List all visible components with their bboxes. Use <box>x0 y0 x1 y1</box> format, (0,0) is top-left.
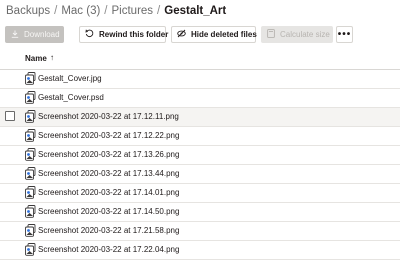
name-column-header[interactable]: Name <box>25 54 47 63</box>
table-row[interactable]: Gestalt_Cover.jpg <box>0 70 400 89</box>
calculator-icon <box>267 29 275 40</box>
file-name[interactable]: Screenshot 2020-03-22 at 17.14.50.png <box>38 206 179 218</box>
file-name[interactable]: Screenshot 2020-03-22 at 17.12.11.png <box>38 111 179 123</box>
hide-deleted-label: Hide deleted files <box>191 30 257 39</box>
table-row[interactable]: Screenshot 2020-03-22 at 17.12.11.png <box>0 108 400 127</box>
row-checkbox[interactable] <box>5 111 15 121</box>
file-name[interactable]: Gestalt_Cover.psd <box>38 92 104 104</box>
image-file-icon <box>25 129 37 142</box>
file-name[interactable]: Screenshot 2020-03-22 at 17.21.58.png <box>38 225 179 237</box>
download-icon <box>11 30 19 40</box>
image-file-icon <box>25 186 37 199</box>
rewind-label: Rewind this folder <box>99 30 169 39</box>
table-row[interactable]: Screenshot 2020-03-22 at 17.13.26.png <box>0 146 400 165</box>
breadcrumb-current-folder: Gestalt_Art <box>164 5 227 17</box>
calculate-size-button[interactable]: Calculate size <box>261 26 333 43</box>
image-file-icon <box>25 110 37 123</box>
breadcrumb-item-mac[interactable]: Mac (3) <box>61 5 100 17</box>
table-row[interactable]: Screenshot 2020-03-22 at 17.14.50.png <box>0 203 400 222</box>
toolbar: Download Rewind this folder Hide deleted… <box>0 26 400 44</box>
more-icon: ••• <box>337 29 352 40</box>
image-file-icon <box>25 243 37 256</box>
file-name[interactable]: Screenshot 2020-03-22 at 17.14.01.png <box>38 187 179 199</box>
breadcrumb: Backups / Mac (3) / Pictures / Gestalt_Art <box>6 3 226 19</box>
table-row[interactable]: Screenshot 2020-03-22 at 17.22.04.png <box>0 241 400 260</box>
hide-deleted-files-button[interactable]: Hide deleted files <box>171 26 257 43</box>
image-file-icon <box>25 167 37 180</box>
image-file-icon <box>25 72 37 85</box>
image-file-icon <box>25 148 37 161</box>
breadcrumb-separator: / <box>54 5 58 17</box>
download-label: Download <box>24 30 60 39</box>
breadcrumb-item-pictures[interactable]: Pictures <box>112 5 154 17</box>
file-name[interactable]: Screenshot 2020-03-22 at 17.13.26.png <box>38 149 179 161</box>
table-row[interactable]: Screenshot 2020-03-22 at 17.14.01.png <box>0 184 400 203</box>
file-name[interactable]: Screenshot 2020-03-22 at 17.12.22.png <box>38 130 179 142</box>
breadcrumb-separator: / <box>157 5 161 17</box>
breadcrumb-separator: / <box>104 5 108 17</box>
file-name[interactable]: Gestalt_Cover.jpg <box>38 73 102 85</box>
table-header: Name ↑ <box>0 50 400 70</box>
rewind-folder-button[interactable]: Rewind this folder <box>79 26 169 43</box>
table-row[interactable]: Screenshot 2020-03-22 at 17.13.44.png <box>0 165 400 184</box>
more-actions-button[interactable]: ••• <box>336 26 353 43</box>
rewind-icon <box>85 29 94 40</box>
image-file-icon <box>25 91 37 104</box>
image-file-icon <box>25 205 37 218</box>
eye-off-icon <box>177 29 186 40</box>
file-name[interactable]: Screenshot 2020-03-22 at 17.13.44.png <box>38 168 179 180</box>
download-button[interactable]: Download <box>5 26 64 43</box>
calculate-size-label: Calculate size <box>280 30 330 39</box>
file-name[interactable]: Screenshot 2020-03-22 at 17.22.04.png <box>38 244 179 256</box>
image-file-icon <box>25 224 37 237</box>
sort-ascending-icon[interactable]: ↑ <box>50 53 54 62</box>
table-row[interactable]: Gestalt_Cover.psd <box>0 89 400 108</box>
table-row[interactable]: Screenshot 2020-03-22 at 17.21.58.png <box>0 222 400 241</box>
breadcrumb-item-backups[interactable]: Backups <box>6 5 50 17</box>
table-row[interactable]: Screenshot 2020-03-22 at 17.12.22.png <box>0 127 400 146</box>
